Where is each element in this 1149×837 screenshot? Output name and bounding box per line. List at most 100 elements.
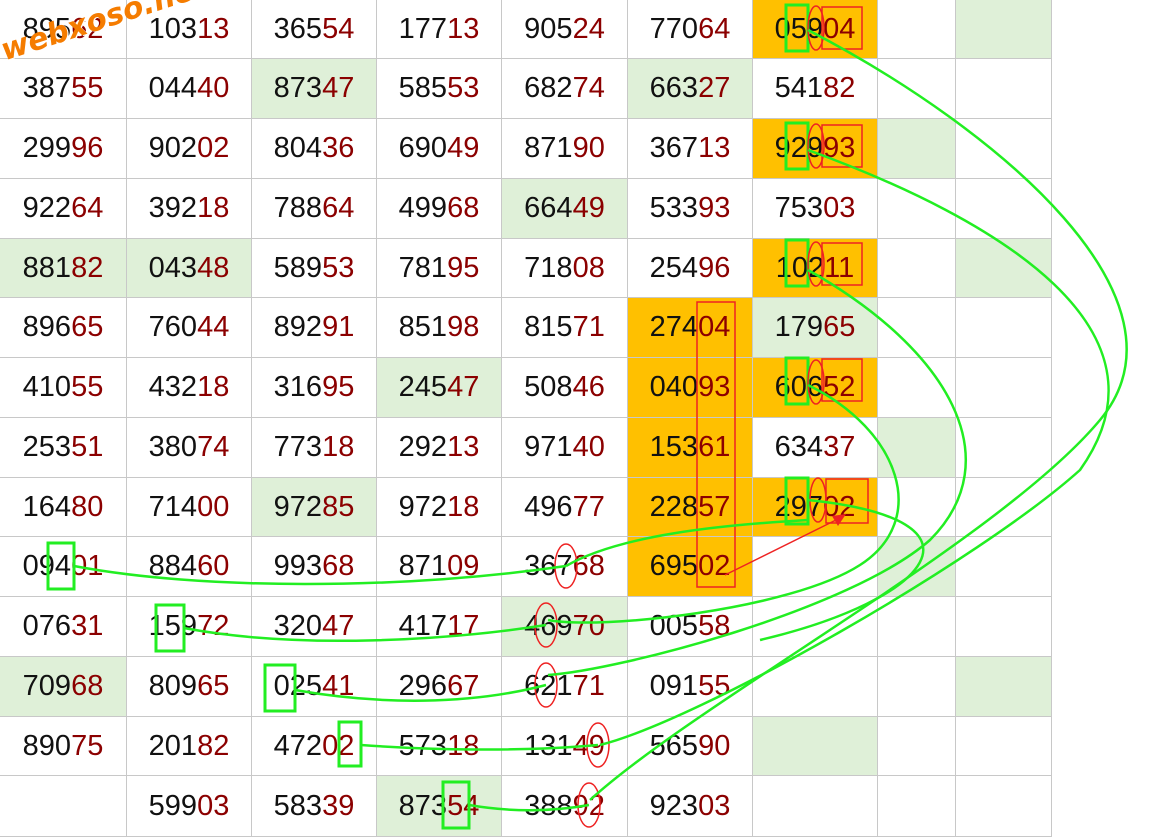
number-suffix: 95	[447, 251, 480, 284]
number-prefix: 177	[398, 12, 448, 45]
number-suffix: 55	[698, 670, 731, 702]
number-suffix: 65	[197, 670, 230, 702]
number-prefix: 417	[398, 610, 448, 642]
number-suffix: 01	[71, 550, 104, 582]
grid-cell: 320 47	[252, 597, 377, 657]
number-prefix: 059	[774, 12, 824, 45]
grid-cell: 274 04	[628, 298, 753, 358]
number-prefix: 781	[398, 251, 448, 284]
grid-cell: 851 98	[377, 298, 502, 358]
grid-cell: 043 48	[127, 239, 252, 298]
number-suffix: 18	[197, 192, 230, 224]
number-prefix: 773	[273, 431, 323, 463]
grid-cell: 367 68	[502, 537, 628, 597]
grid-cell: 253 51	[0, 418, 127, 478]
number-suffix: 03	[698, 789, 731, 822]
number-suffix: 98	[447, 311, 480, 343]
grid-cell: 606 52	[753, 358, 878, 418]
number-prefix: 929	[774, 132, 824, 164]
grid-cell: 179 65	[753, 298, 878, 358]
number-prefix: 297	[774, 490, 824, 523]
number-prefix: 871	[398, 550, 448, 582]
number-suffix: 52	[823, 371, 856, 403]
grid-cell	[956, 537, 1052, 597]
grid-cell: 599 03	[127, 776, 252, 837]
number-prefix: 541	[774, 72, 824, 104]
number-prefix: 365	[273, 12, 323, 45]
number-suffix: 96	[698, 251, 731, 284]
grid-cell: 804 36	[252, 119, 377, 179]
grid-cell: 091 55	[628, 657, 753, 717]
number-prefix: 760	[148, 311, 198, 343]
number-prefix: 923	[649, 789, 699, 822]
number-prefix: 392	[148, 192, 198, 224]
grid-cell: 971 40	[502, 418, 628, 478]
number-prefix: 179	[774, 311, 824, 343]
grid-cell: 884 60	[127, 537, 252, 597]
number-suffix: 54	[447, 789, 480, 822]
number-prefix: 902	[148, 132, 198, 164]
grid-cell: 316 95	[252, 358, 377, 418]
grid-cell: 508 46	[502, 358, 628, 418]
grid-cell: 496 77	[502, 478, 628, 537]
number-suffix: 02	[322, 729, 355, 762]
number-suffix: 02	[698, 550, 731, 582]
number-suffix: 27	[698, 72, 731, 104]
number-suffix: 82	[823, 72, 856, 104]
number-prefix: 881	[22, 251, 72, 284]
number-suffix: 55	[71, 72, 104, 104]
grid-cell	[0, 776, 127, 837]
number-prefix: 896	[22, 311, 72, 343]
grid-cell: 922 64	[0, 179, 127, 239]
grid-cell	[878, 597, 956, 657]
grid-cell	[753, 537, 878, 597]
number-prefix: 091	[649, 670, 699, 702]
number-prefix: 718	[524, 251, 573, 284]
grid-cell: 583 39	[252, 776, 377, 837]
grid-cell: 634 37	[753, 418, 878, 478]
grid-cell	[878, 657, 956, 717]
number-prefix: 573	[398, 729, 448, 762]
grid-cell: 923 03	[628, 776, 753, 837]
grid-cell: 296 67	[377, 657, 502, 717]
grid-cell: 025 41	[252, 657, 377, 717]
number-suffix: 47	[322, 610, 355, 642]
number-prefix: 815	[524, 311, 573, 343]
grid-cell	[956, 478, 1052, 537]
number-suffix: 90	[698, 729, 731, 762]
grid-cell: 690 49	[377, 119, 502, 179]
grid-cell: 380 74	[127, 418, 252, 478]
grid-cell: 044 40	[127, 59, 252, 119]
grid-cell: 094 01	[0, 537, 127, 597]
number-prefix: 533	[649, 192, 699, 224]
number-suffix: 40	[197, 72, 230, 104]
number-prefix: 884	[148, 550, 198, 582]
grid-cell	[956, 717, 1052, 776]
grid-cell: 718 08	[502, 239, 628, 298]
number-prefix: 499	[398, 192, 448, 224]
grid-cell: 410 55	[0, 358, 127, 418]
number-suffix: 57	[698, 490, 731, 523]
number-suffix: 13	[698, 132, 731, 164]
grid-cell: 076 31	[0, 597, 127, 657]
number-suffix: 82	[71, 251, 104, 284]
grid-cell: 873 54	[377, 776, 502, 837]
number-prefix: 871	[524, 132, 573, 164]
grid-cell: 585 53	[377, 59, 502, 119]
grid-cell: 159 72	[127, 597, 252, 657]
number-prefix: 153	[649, 431, 699, 463]
number-suffix: 40	[572, 431, 605, 463]
grid-cell	[753, 776, 878, 837]
number-suffix: 46	[572, 371, 605, 403]
grid-cell	[878, 179, 956, 239]
grid-cell: 299 96	[0, 119, 127, 179]
number-suffix: 93	[698, 192, 731, 224]
grid-cell	[956, 776, 1052, 837]
number-prefix: 380	[148, 431, 198, 463]
grid-cell	[878, 537, 956, 597]
number-suffix: 47	[322, 72, 355, 104]
grid-cell	[878, 119, 956, 179]
grid-cell: 896 65	[0, 298, 127, 358]
number-prefix: 367	[649, 132, 699, 164]
grid-cell: 871 09	[377, 537, 502, 597]
